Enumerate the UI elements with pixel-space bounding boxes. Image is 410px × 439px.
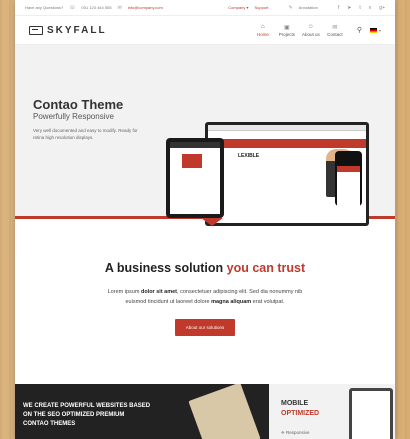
- page-container: Have any Questions? ☏ 001 123 444 555 ✉ …: [15, 0, 395, 439]
- nav-contact-label: Contact: [327, 31, 343, 37]
- folder-icon: ▣: [284, 24, 290, 31]
- tablet-preview-image: [349, 388, 393, 439]
- logo-text: SKYFALL: [47, 24, 107, 36]
- social-icons: f ➤ t v g+: [338, 5, 385, 11]
- questions-text: Have any Questions?: [25, 5, 64, 10]
- phone-device-image: [335, 151, 362, 211]
- bottom-section: WE CREATE POWERFUL WEBSITES BASED ON THE…: [15, 384, 395, 439]
- users-icon: ☺: [307, 23, 314, 30]
- business-title: A business solution you can trust: [104, 261, 306, 275]
- email-link[interactable]: info@company.com: [128, 5, 163, 10]
- google-plus-icon[interactable]: g+: [379, 5, 385, 11]
- top-bar: Have any Questions? ☏ 001 123 444 555 ✉ …: [15, 0, 395, 16]
- optimized-title: OPTIMIZED: [281, 410, 320, 417]
- nav-home-label: Home: [256, 31, 269, 37]
- nav-about[interactable]: ☺ About us: [299, 24, 323, 37]
- phone-icon: ☏: [69, 4, 76, 11]
- responsive-feature: ✈ Responsive: [281, 430, 310, 435]
- send-icon[interactable]: ➤: [347, 5, 351, 11]
- business-section: A business solution you can trust Lorem …: [15, 219, 395, 336]
- mail-icon: ✉: [117, 4, 122, 11]
- main-nav: ⌂ Home ▣ Projects ☺ About us ✉ Contact ⚲…: [251, 24, 381, 37]
- nav-contact[interactable]: ✉ Contact: [323, 24, 347, 37]
- facebook-icon[interactable]: f: [338, 5, 339, 11]
- tablet-device-image: [166, 138, 224, 218]
- notebook-image: [188, 384, 261, 439]
- hero-notch: [201, 218, 223, 226]
- hero-title: Contao Theme: [33, 97, 124, 112]
- phone-number[interactable]: 001 123 444 555: [82, 5, 112, 10]
- logo-icon: [29, 25, 43, 35]
- annotation-link[interactable]: Annotation: [299, 5, 318, 10]
- screen-headline: LEXIBLE: [238, 153, 260, 159]
- seo-banner: WE CREATE POWERFUL WEBSITES BASED ON THE…: [15, 384, 269, 439]
- nav-projects-label: Projects: [278, 31, 295, 37]
- house-icon: ⌂: [261, 23, 265, 30]
- company-menu[interactable]: Company ▾: [228, 5, 248, 10]
- support-link[interactable]: Support: [254, 5, 268, 10]
- nav-projects[interactable]: ▣ Projects: [275, 24, 299, 37]
- nav-home[interactable]: ⌂ Home: [251, 24, 275, 37]
- hero-description: Very well documented and easy to modify.…: [33, 128, 138, 140]
- mobile-optimized-panel: MOBILE OPTIMIZED ✈ Responsive: [269, 384, 395, 439]
- vimeo-icon[interactable]: v: [369, 5, 372, 11]
- twitter-icon[interactable]: t: [359, 5, 360, 11]
- about-solutions-button[interactable]: About our solutions: [174, 319, 236, 336]
- nav-about-label: About us: [301, 31, 320, 37]
- business-text: Lorem ipsum dolor sit amet, consectetuer…: [107, 289, 303, 305]
- seo-banner-text: WE CREATE POWERFUL WEBSITES BASED ON THE…: [23, 403, 151, 427]
- flag-de-icon[interactable]: [369, 27, 377, 33]
- logo[interactable]: SKYFALL: [29, 25, 107, 36]
- mobile-title: MOBILE: [281, 400, 309, 407]
- annotation-icon: ✎: [288, 4, 293, 11]
- hero-subtitle: Powerfully Responsive: [33, 112, 114, 121]
- main-header: SKYFALL ⌂ Home ▣ Projects ☺ About us ✉ C…: [15, 16, 395, 45]
- chevron-down-icon[interactable]: ▾: [379, 28, 381, 33]
- hero-section: Contao Theme Powerfully Responsive Very …: [15, 45, 395, 226]
- envelope-icon: ✉: [332, 24, 338, 31]
- search-icon[interactable]: ⚲: [357, 26, 362, 34]
